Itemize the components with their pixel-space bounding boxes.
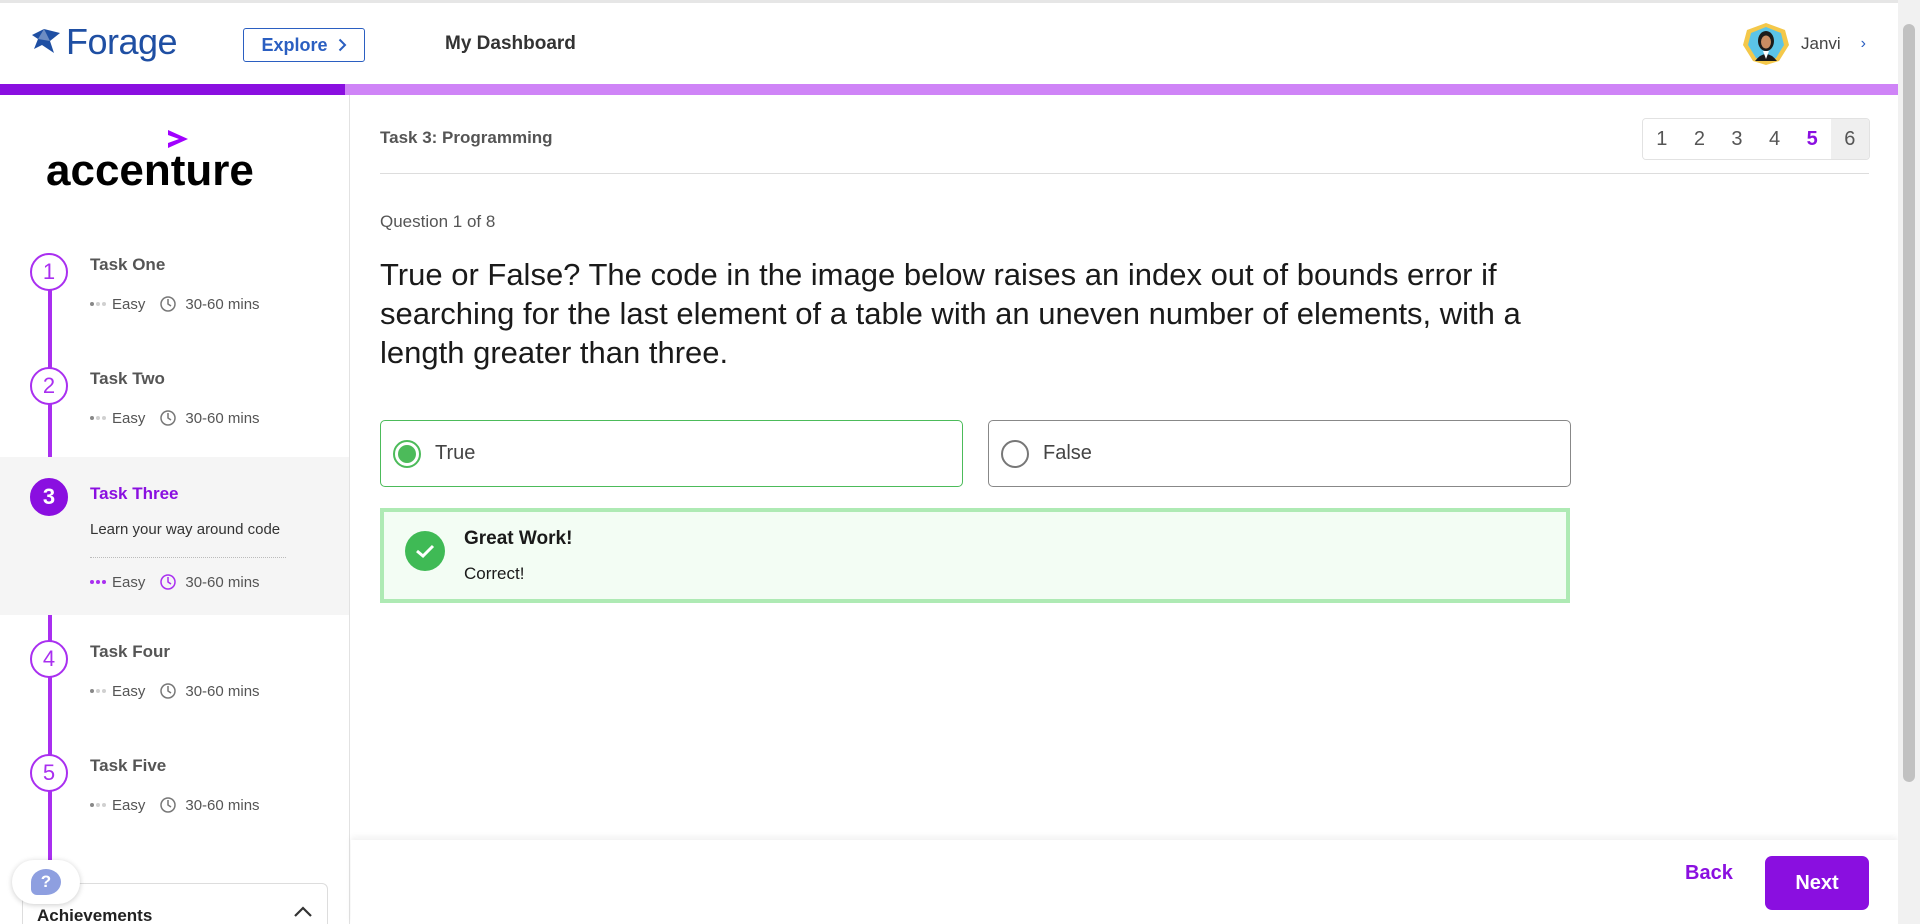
task-meta: Easy 30-60 mins xyxy=(90,682,260,700)
page-button-1[interactable]: 1 xyxy=(1643,119,1681,159)
navigation-footer: Back Next xyxy=(351,840,1898,924)
my-dashboard-link[interactable]: My Dashboard xyxy=(445,33,576,55)
clock-icon xyxy=(160,683,177,699)
task-item-1[interactable]: 1 Task One Easy 30-60 mins xyxy=(0,243,349,357)
help-button[interactable]: ? xyxy=(12,860,80,904)
question-text: True or False? The code in the image bel… xyxy=(380,257,1521,370)
task-heading: Task 3: Programming xyxy=(380,128,553,147)
task-meta: Easy 30-60 mins xyxy=(90,573,260,591)
task-duration: 30-60 mins xyxy=(185,796,260,814)
task-difficulty: Easy xyxy=(112,409,146,427)
task-number-badge: 2 xyxy=(30,367,68,405)
check-circle-icon xyxy=(405,531,445,571)
task-duration: 30-60 mins xyxy=(185,573,260,591)
task-title: Task Four xyxy=(90,642,170,661)
task-title: Task Two xyxy=(90,369,165,388)
chevron-right-icon xyxy=(338,38,346,52)
accenture-logo: accenture xyxy=(46,130,254,195)
course-progress-bar xyxy=(0,84,1898,95)
user-menu[interactable]: Janvi › xyxy=(1741,21,1866,67)
radio-unselected-icon[interactable] xyxy=(1001,439,1029,468)
task-sidebar: accenture 1 Task One Easy 30-60 mins 2 T… xyxy=(0,95,350,924)
chevron-up-icon xyxy=(294,906,312,917)
back-button[interactable]: Back xyxy=(1685,862,1733,885)
page-button-3[interactable]: 3 xyxy=(1718,119,1756,159)
page-button-4[interactable]: 4 xyxy=(1755,119,1794,159)
forage-logo[interactable]: Forage xyxy=(30,21,178,63)
top-header: Forage Explore My Dashboard Janvi › xyxy=(0,0,1898,84)
task-difficulty: Easy xyxy=(112,796,146,814)
next-button[interactable]: Next xyxy=(1765,856,1869,910)
radio-selected-icon[interactable] xyxy=(393,439,421,468)
task-title: Task Five xyxy=(90,756,167,775)
question-count: Question 1 of 8 xyxy=(380,212,496,231)
difficulty-dots-icon xyxy=(90,689,106,693)
forage-logo-text: Forage xyxy=(66,21,178,62)
clock-icon xyxy=(160,296,177,312)
difficulty-dots-icon xyxy=(90,416,106,420)
main-content: Task 3: Programming 1 2 3 4 5 6 Question… xyxy=(351,95,1898,924)
option-label: True xyxy=(435,442,476,464)
feedback-title: Great Work! xyxy=(464,528,573,549)
app-root: Forage Explore My Dashboard Janvi › acce… xyxy=(0,0,1920,924)
task-difficulty: Easy xyxy=(112,573,146,591)
task-difficulty: Easy xyxy=(112,682,146,700)
page-scrollbar[interactable] xyxy=(1898,0,1920,924)
task-item-2[interactable]: 2 Task Two Easy 30-60 mins xyxy=(0,357,349,471)
task-difficulty: Easy xyxy=(112,295,146,313)
help-chat-icon: ? xyxy=(31,869,61,895)
task-meta: Easy 30-60 mins xyxy=(90,295,260,313)
difficulty-dots-icon xyxy=(90,803,106,807)
company-logo: accenture xyxy=(46,125,258,198)
course-progress-fill xyxy=(0,84,346,95)
task-number-badge: 4 xyxy=(30,640,68,678)
task-title: Task One xyxy=(90,255,166,274)
task-number-badge: 5 xyxy=(30,754,68,792)
scrollbar-thumb[interactable] xyxy=(1903,24,1915,782)
task-duration: 30-60 mins xyxy=(185,682,260,700)
user-avatar xyxy=(1742,23,1789,65)
task-item-5[interactable]: 5 Task Five Easy 30-60 mins xyxy=(0,744,349,858)
task-duration: 30-60 mins xyxy=(185,295,260,313)
task-divider xyxy=(90,557,286,558)
answer-option-false[interactable]: False xyxy=(988,420,1571,487)
clock-icon xyxy=(160,574,177,590)
task-description: Learn your way around code xyxy=(90,521,281,538)
clock-icon xyxy=(160,410,177,426)
user-name: Janvi xyxy=(1800,34,1841,53)
page-button-5[interactable]: 5 xyxy=(1793,119,1831,159)
explore-button[interactable]: Explore xyxy=(243,28,365,62)
explore-label: Explore xyxy=(261,34,328,55)
task-title: Task Three xyxy=(90,484,179,503)
task-meta: Easy 30-60 mins xyxy=(90,796,260,814)
task-meta: Easy 30-60 mins xyxy=(90,409,260,427)
achievements-label: Achievements xyxy=(37,906,153,924)
feedback-banner: Great Work! Correct! xyxy=(380,508,1570,603)
task-duration: 30-60 mins xyxy=(185,409,260,427)
difficulty-dots-icon xyxy=(90,580,106,584)
task-item-4[interactable]: 4 Task Four Easy 30-60 mins xyxy=(0,630,349,744)
difficulty-dots-icon xyxy=(90,302,106,306)
question-pager: 1 2 3 4 5 6 xyxy=(1642,118,1870,160)
feedback-text: Correct! xyxy=(464,564,525,583)
page-button-6[interactable]: 6 xyxy=(1830,119,1869,159)
page-button-2[interactable]: 2 xyxy=(1680,119,1719,159)
clock-icon xyxy=(160,797,177,813)
option-label: False xyxy=(1043,442,1092,464)
forage-logo-icon xyxy=(32,29,60,53)
task-number-badge: 1 xyxy=(30,253,68,291)
task-number-badge: 3 xyxy=(30,478,68,516)
heading-divider xyxy=(380,173,1869,174)
accenture-logo-text: accenture xyxy=(46,146,254,193)
task-item-3[interactable]: 3 Task Three Learn your way around code … xyxy=(0,457,349,615)
answer-option-true[interactable]: True xyxy=(380,420,963,487)
chevron-right-icon: › xyxy=(1860,35,1866,52)
